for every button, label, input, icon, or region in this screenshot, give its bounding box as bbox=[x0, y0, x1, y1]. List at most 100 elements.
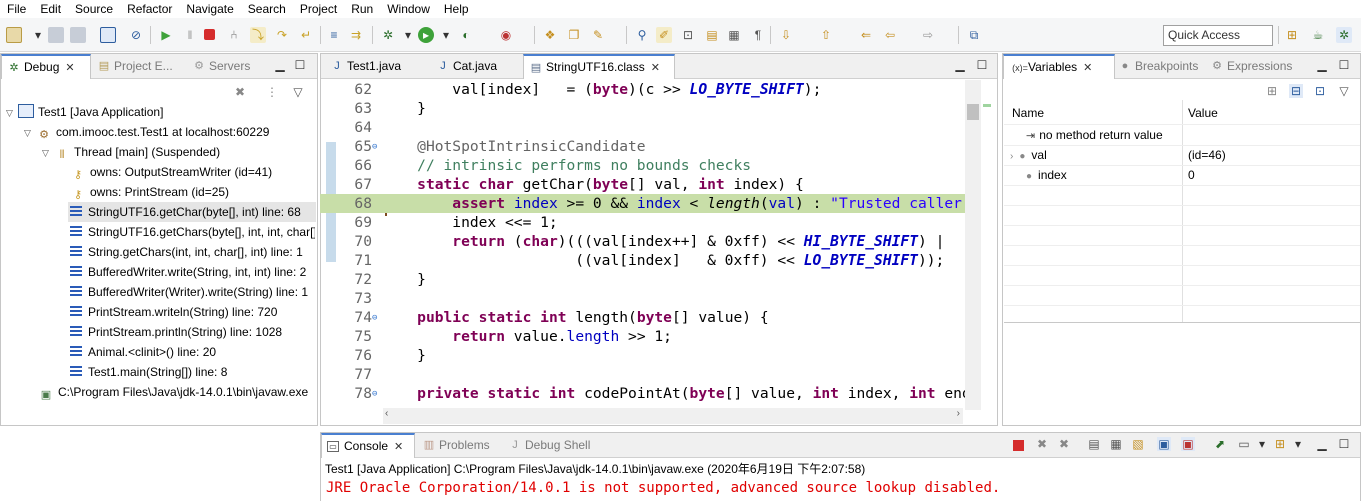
show-on-stderr-icon[interactable]: ▣ bbox=[1181, 437, 1195, 451]
scroll-lock-icon[interactable]: ▦ bbox=[1109, 437, 1123, 451]
close-icon[interactable]: ✕ bbox=[65, 57, 74, 79]
code-line[interactable]: 73 bbox=[320, 289, 965, 308]
debug-run-icon[interactable]: ✲ bbox=[380, 27, 396, 43]
display-console-dropdown-icon[interactable]: ▾ bbox=[1255, 437, 1269, 451]
tab-stringutf16-class[interactable]: ▤ StringUTF16.class ✕ bbox=[523, 54, 675, 79]
new-dropdown-icon[interactable]: ▾ bbox=[30, 27, 46, 43]
show-on-stdout-icon[interactable]: ▣ bbox=[1157, 437, 1171, 451]
coverage-icon[interactable]: ◐ bbox=[458, 27, 474, 43]
clear-console-icon[interactable]: ▤ bbox=[1087, 437, 1101, 451]
display-selected-console-icon[interactable]: ▭ bbox=[1237, 437, 1251, 451]
toggle-mark-occurrences-icon[interactable]: ✐ bbox=[656, 27, 672, 43]
pin-console-icon[interactable]: ⬈ bbox=[1213, 437, 1227, 451]
tab-cat-java[interactable]: J Cat.java bbox=[431, 54, 521, 79]
open-console-icon[interactable] bbox=[100, 27, 116, 43]
tab-expressions[interactable]: ⚙ Expressions bbox=[1205, 54, 1305, 79]
search-tool-icon[interactable]: ✎ bbox=[590, 27, 606, 43]
use-step-filters-icon[interactable]: ⇉ bbox=[348, 27, 364, 43]
menu-run[interactable]: Run bbox=[344, 0, 380, 18]
close-icon[interactable]: ✕ bbox=[651, 57, 660, 79]
pilcrow-icon[interactable]: ¶ bbox=[750, 27, 766, 43]
code-line[interactable]: 63 } bbox=[320, 99, 965, 118]
code-line[interactable]: 74⊖ public static int length(byte[] valu… bbox=[320, 308, 965, 327]
previous-annotation-icon[interactable]: ⇧ bbox=[818, 27, 834, 43]
menu-edit[interactable]: Edit bbox=[33, 0, 68, 18]
close-icon[interactable]: ✕ bbox=[394, 436, 403, 458]
skip-breakpoints-icon[interactable]: ⊘ bbox=[128, 27, 144, 43]
minimize-icon[interactable]: ▁ bbox=[1315, 437, 1329, 451]
menu-refactor[interactable]: Refactor bbox=[120, 0, 179, 18]
forward-icon[interactable]: ⇨ bbox=[920, 27, 936, 43]
scroll-right-icon[interactable]: › bbox=[957, 408, 960, 419]
terminate-icon[interactable] bbox=[1013, 440, 1024, 451]
tab-breakpoints[interactable]: ● Breakpoints bbox=[1113, 54, 1207, 79]
suspend-icon[interactable]: ‖ bbox=[182, 27, 198, 43]
code-line[interactable]: 75 return value.length >> 1; bbox=[320, 327, 965, 346]
expand-arrow-icon[interactable]: › bbox=[1010, 151, 1013, 162]
run-icon[interactable]: ▸ bbox=[418, 27, 434, 43]
menu-window[interactable]: Window bbox=[380, 0, 437, 18]
save-icon[interactable] bbox=[48, 27, 64, 43]
code-line[interactable]: 72 } bbox=[320, 270, 965, 289]
maximize-icon[interactable]: ☐ bbox=[1337, 437, 1351, 451]
block-selection-icon[interactable]: ⊡ bbox=[680, 27, 696, 43]
tree-node-monitor[interactable]: ⚷ owns: OutputStreamWriter (id=41) bbox=[70, 162, 315, 182]
remove-launch-icon[interactable]: ✖ bbox=[1035, 437, 1049, 451]
next-annotation-icon[interactable]: ⇩ bbox=[778, 27, 794, 43]
collapse-arrow-icon[interactable]: ▽ bbox=[6, 103, 18, 122]
editor-vertical-scrollbar[interactable] bbox=[965, 80, 981, 410]
view-menu-icon[interactable]: ▽ bbox=[1337, 84, 1351, 98]
open-type-icon[interactable]: ❐ bbox=[566, 27, 582, 43]
save-all-icon[interactable] bbox=[70, 27, 86, 43]
code-line[interactable]: 67 static char getChar(byte[] val, int i… bbox=[320, 175, 965, 194]
tree-node-monitor[interactable]: ⚷ owns: PrintStream (id=25) bbox=[70, 182, 315, 202]
tree-node-vm[interactable]: ▽ ⚙ com.imooc.test.Test1 at localhost:6022… bbox=[24, 122, 314, 142]
tab-test1-java[interactable]: J Test1.java bbox=[325, 54, 425, 79]
tab-servers[interactable]: ⚙ Servers bbox=[187, 54, 267, 79]
minimize-icon[interactable]: ▁ bbox=[273, 58, 287, 72]
step-into-icon[interactable]: ⤵ bbox=[250, 27, 266, 43]
menu-project[interactable]: Project bbox=[293, 0, 344, 18]
disconnect-icon[interactable]: ⑃ bbox=[226, 27, 242, 43]
menu-file[interactable]: File bbox=[0, 0, 33, 18]
tree-node-stack-frame[interactable]: Test1.main(String[]) line: 8 bbox=[70, 362, 315, 382]
tree-node-launch[interactable]: ▽ Test1 [Java Application] bbox=[6, 102, 311, 122]
maximize-icon[interactable]: ☐ bbox=[1337, 58, 1351, 72]
debug-perspective-icon[interactable]: ✲ bbox=[1336, 27, 1352, 43]
variable-row[interactable]: ⇥ no method return value bbox=[1026, 125, 1163, 146]
tree-node-stack-frame-selected[interactable]: StringUTF16.getChar(byte[], int) line: 6… bbox=[68, 202, 316, 222]
console-output-line[interactable]: JRE Oracle Corporation/14.0.1 is not sup… bbox=[326, 480, 1000, 496]
column-header-name[interactable]: Name bbox=[1012, 103, 1044, 123]
tab-debug-shell[interactable]: J Debug Shell bbox=[503, 433, 603, 458]
tab-project-explorer[interactable]: ▤ Project E... bbox=[92, 54, 192, 79]
minimize-icon[interactable]: ▁ bbox=[1315, 58, 1329, 72]
step-over-icon[interactable]: ↷ bbox=[274, 27, 290, 43]
menu-help[interactable]: Help bbox=[437, 0, 476, 18]
run-dropdown-icon[interactable]: ▾ bbox=[438, 27, 454, 43]
column-header-value[interactable]: Value bbox=[1188, 103, 1218, 123]
scrollbar-thumb[interactable] bbox=[967, 104, 979, 120]
new-icon[interactable] bbox=[6, 27, 22, 43]
show-whitespace-icon[interactable]: ▤ bbox=[704, 27, 720, 43]
menu-source[interactable]: Source bbox=[68, 0, 120, 18]
tree-node-stack-frame[interactable]: BufferedWriter.write(String, int, int) l… bbox=[70, 262, 315, 282]
fold-toggle-icon[interactable]: ⊖ bbox=[372, 138, 382, 157]
code-line[interactable]: 66 // intrinsic performs no bounds check… bbox=[320, 156, 965, 175]
code-line[interactable]: 77 bbox=[320, 365, 965, 384]
terminate-icon[interactable] bbox=[204, 29, 215, 40]
last-edit-location-icon[interactable]: ⇐ bbox=[858, 27, 874, 43]
drop-to-frame-icon[interactable]: ≡ bbox=[326, 27, 342, 43]
collapse-all-icon[interactable]: ⊡ bbox=[1313, 84, 1327, 98]
code-line[interactable]: 62 val[index] = (byte)(c >> LO_BYTE_SHIF… bbox=[320, 80, 965, 99]
code-line[interactable]: 69 index <<= 1; bbox=[320, 213, 965, 232]
tree-node-process[interactable]: ▣ C:\Program Files\Java\jdk-14.0.1\bin\ja… bbox=[38, 382, 316, 402]
tab-problems[interactable]: ▥ Problems bbox=[417, 433, 503, 458]
code-line[interactable]: 70 return (char)(((val[index++] & 0xff) … bbox=[320, 232, 965, 251]
open-console-dropdown-icon[interactable]: ▾ bbox=[1291, 437, 1305, 451]
tree-node-stack-frame[interactable]: BufferedWriter(Writer).write(String) lin… bbox=[70, 282, 315, 302]
back-icon[interactable]: ⇦ bbox=[882, 27, 898, 43]
variable-row[interactable]: ● index bbox=[1026, 165, 1067, 187]
tab-variables[interactable]: (x)= Variables ✕ bbox=[1003, 54, 1115, 79]
tree-node-stack-frame[interactable]: Animal.<clinit>() line: 20 bbox=[70, 342, 315, 362]
fold-toggle-icon[interactable]: ⊖ bbox=[372, 385, 382, 404]
